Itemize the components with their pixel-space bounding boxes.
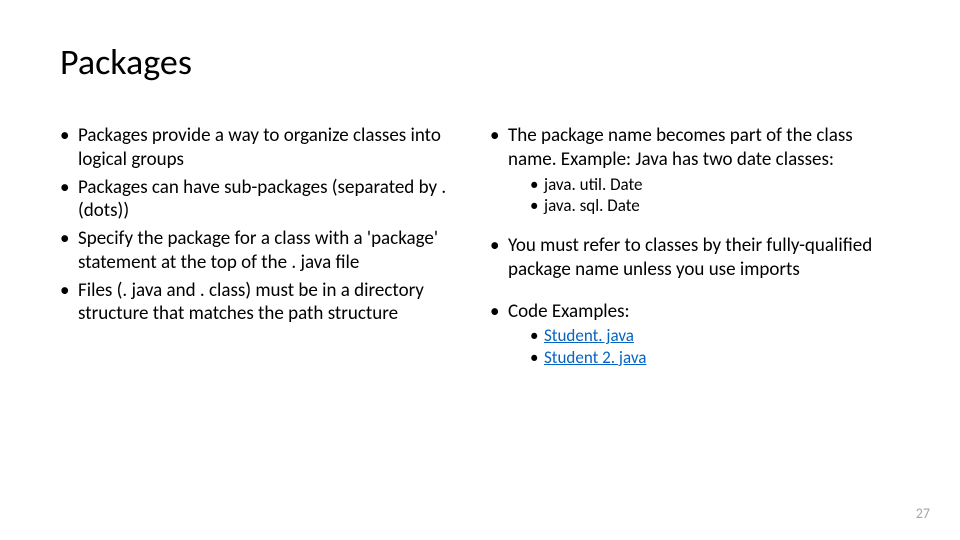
right-bullet: Code Examples: Student. java Student 2. … — [490, 300, 900, 368]
page-number: 27 — [916, 505, 930, 522]
left-bullet: Packages can have sub-packages (separate… — [60, 176, 470, 224]
right-bullet: The package name becomes part of the cla… — [490, 124, 900, 216]
code-example-link[interactable]: Student 2. java — [544, 347, 646, 368]
bullet-text: The package name becomes part of the cla… — [508, 124, 853, 171]
right-subbullet: Student. java — [530, 325, 900, 346]
right-bullet: You must refer to classes by their fully… — [490, 234, 900, 282]
left-bullet: Specify the package for a class with a '… — [60, 227, 470, 275]
slide-title: Packages — [60, 40, 900, 84]
left-bullet: Files (. java and . class) must be in a … — [60, 279, 470, 327]
bullet-text: Code Examples: — [508, 300, 630, 323]
content-columns: Packages provide a way to organize class… — [60, 124, 900, 372]
right-subbullet: Student 2. java — [530, 347, 900, 368]
code-example-link[interactable]: Student. java — [544, 325, 634, 346]
left-column: Packages provide a way to organize class… — [60, 124, 470, 372]
left-bullet: Packages provide a way to organize class… — [60, 124, 470, 172]
right-subbullet: java. sql. Date — [530, 195, 900, 216]
right-subbullet: java. util. Date — [530, 174, 900, 195]
right-column: The package name becomes part of the cla… — [490, 124, 900, 372]
